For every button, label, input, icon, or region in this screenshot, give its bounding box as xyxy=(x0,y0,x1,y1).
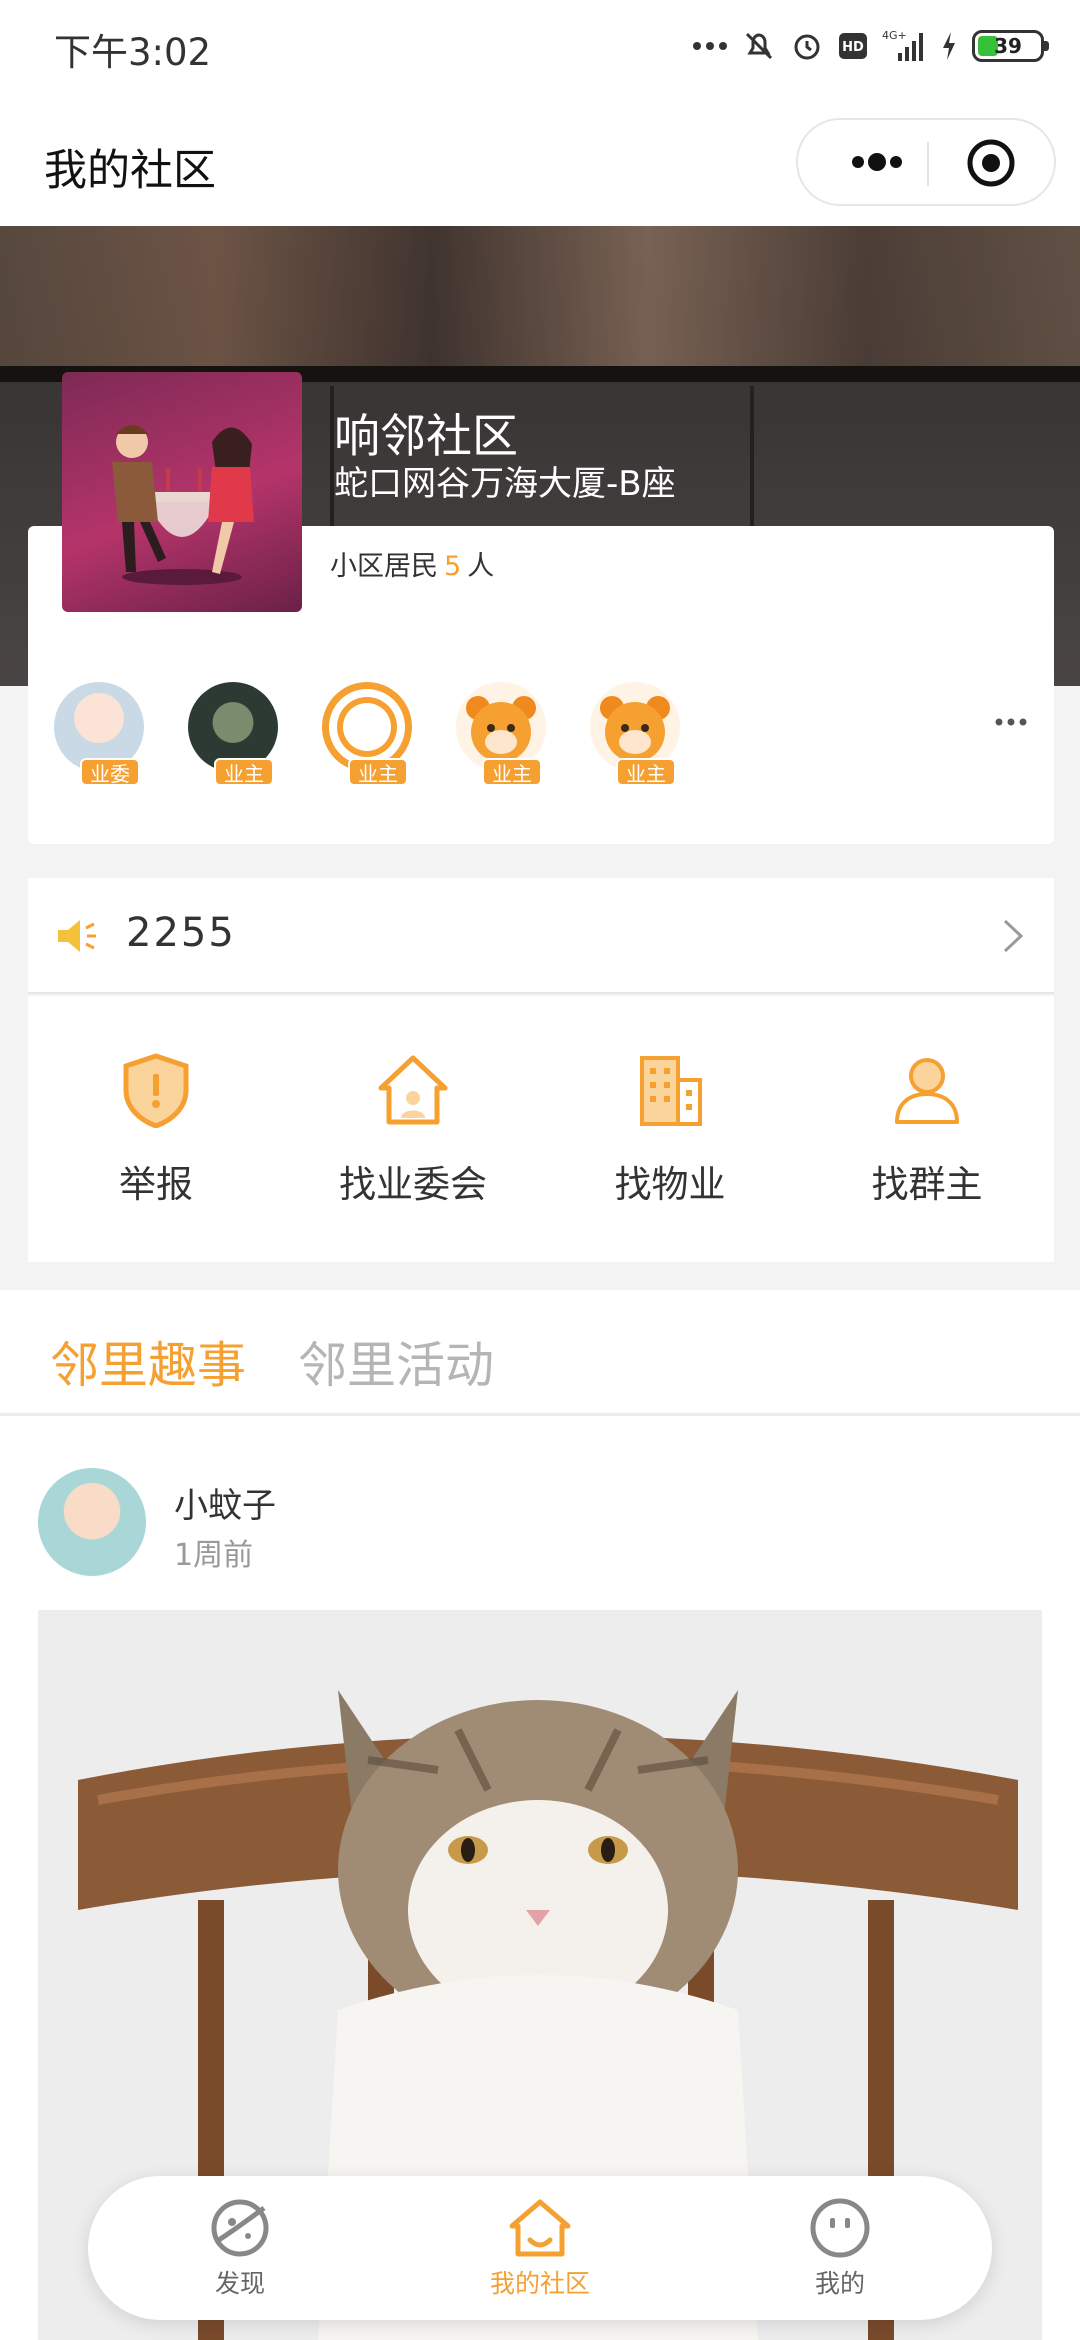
residents-count: 小区居民 5 人 xyxy=(330,544,494,583)
status-bar: 下午3:02 HD 4G+ 39 xyxy=(0,0,1080,96)
status-time: 下午3:02 xyxy=(54,31,212,74)
bottom-tab-bar: 发现 我的社区 我的 xyxy=(88,2176,992,2320)
tab-label: 我的社区 xyxy=(489,2269,590,2298)
community-address: 蛇口网谷万海大厦-B座 xyxy=(334,464,676,504)
mini-program-capsule xyxy=(796,118,1056,206)
service-label: 举报 xyxy=(119,1163,193,1206)
residents-number: 5 xyxy=(444,551,462,582)
speaker-icon xyxy=(58,920,96,952)
service-owners-committee[interactable]: 找业委会 xyxy=(303,1052,523,1208)
planet-icon xyxy=(211,2199,269,2257)
svg-text:HD: HD xyxy=(842,40,864,55)
alarm-icon xyxy=(794,34,820,60)
couple-dinner-illustration xyxy=(112,425,254,585)
post-timestamp: 1周前 xyxy=(174,1538,254,1573)
residents-unit: 人 xyxy=(467,551,495,582)
shield-icon xyxy=(123,1053,189,1128)
member-role-badge: 业主 xyxy=(214,758,274,786)
feed-tabs: 邻里趣事 邻里活动 xyxy=(0,1290,1080,1416)
notice-value: 2255 xyxy=(126,910,236,956)
service-label: 找物业 xyxy=(614,1163,726,1206)
chevron-right-icon xyxy=(1003,919,1024,953)
tab-my-community[interactable]: 我的社区 xyxy=(440,2196,640,2300)
face-icon xyxy=(810,2198,870,2258)
tab-label: 发现 xyxy=(214,2269,265,2298)
notice-row[interactable]: 2255 xyxy=(28,878,1054,994)
more-members-icon[interactable] xyxy=(994,716,1028,728)
charging-icon xyxy=(943,32,955,60)
signal-icon: 4G+ xyxy=(882,29,923,61)
tab-mine[interactable]: 我的 xyxy=(740,2196,940,2300)
member-avatar[interactable]: 业主 xyxy=(322,682,412,786)
member-avatars: 业委 业主 业主 业主 业主 xyxy=(54,682,680,786)
tab-discover[interactable]: 发现 xyxy=(140,2196,340,2300)
member-avatar[interactable]: 业主 xyxy=(456,682,546,786)
residents-label: 小区居民 xyxy=(330,551,438,582)
services-grid: 举报 找业委会 找物业 找群主 xyxy=(28,996,1054,1262)
capsule-divider xyxy=(927,142,929,186)
tab-neighbor-events[interactable]: 邻里活动 xyxy=(298,1326,494,1397)
member-avatar[interactable]: 业主 xyxy=(188,682,278,786)
tab-label: 我的 xyxy=(814,2269,865,2298)
nav-bar: 我的社区 xyxy=(0,96,1080,226)
member-role-badge: 业主 xyxy=(348,758,408,786)
member-avatar[interactable]: 业委 xyxy=(54,682,144,786)
service-property[interactable]: 找物业 xyxy=(560,1052,780,1208)
house-icon xyxy=(378,1055,448,1125)
person-icon xyxy=(895,1058,959,1124)
community-cover-image[interactable] xyxy=(62,372,302,612)
post-author-avatar[interactable] xyxy=(38,1468,146,1576)
battery-icon: 39 xyxy=(972,30,1049,62)
home-icon xyxy=(509,2199,571,2257)
tab-neighbor-stories[interactable]: 邻里趣事 xyxy=(50,1326,246,1397)
service-label: 找业委会 xyxy=(339,1163,487,1206)
service-label: 找群主 xyxy=(871,1163,983,1206)
page-title: 我的社区 xyxy=(44,146,216,196)
service-group-owner[interactable]: 找群主 xyxy=(817,1052,1037,1208)
status-icons: HD 4G+ 39 xyxy=(692,26,1049,66)
mute-bell-icon xyxy=(745,32,773,60)
member-role-badge: 业委 xyxy=(80,758,140,786)
service-report[interactable]: 举报 xyxy=(46,1052,266,1208)
svg-text:4G+: 4G+ xyxy=(882,29,907,42)
member-role-badge: 业主 xyxy=(482,758,542,786)
more-dots-status-icon xyxy=(693,42,727,50)
more-dots-icon[interactable] xyxy=(832,140,922,184)
post-author-name[interactable]: 小蚊子 xyxy=(174,1478,276,1527)
member-role-badge: 业主 xyxy=(616,758,676,786)
building-icon xyxy=(640,1056,702,1126)
target-icon[interactable] xyxy=(966,138,1016,188)
hd-icon: HD xyxy=(839,33,867,59)
member-avatar[interactable]: 业主 xyxy=(590,682,680,786)
